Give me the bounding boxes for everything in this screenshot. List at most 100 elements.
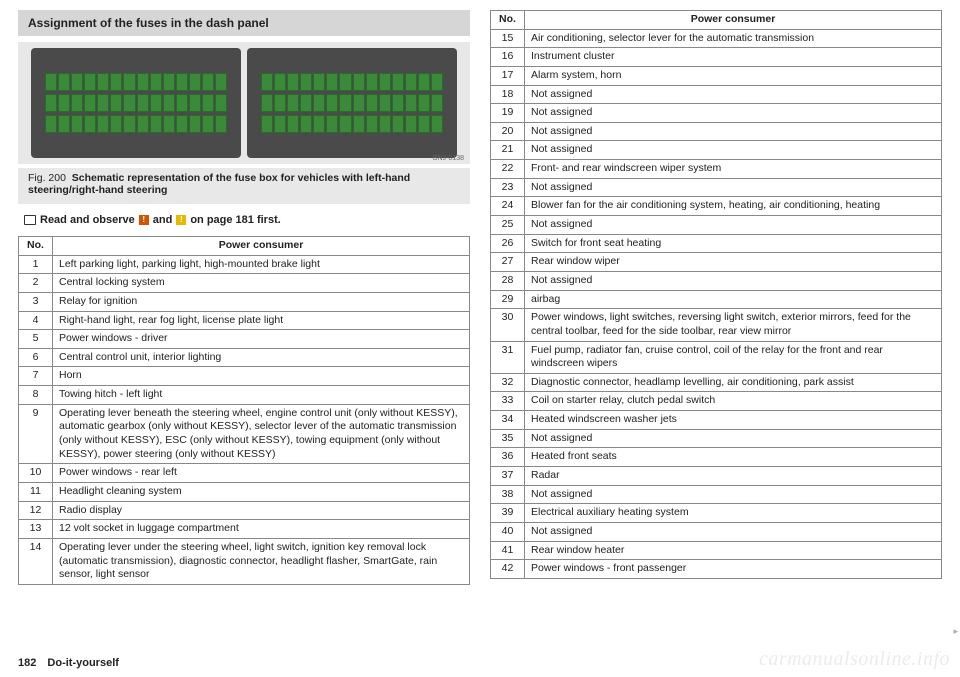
figure-text: Schematic representation of the fuse box… <box>28 172 410 196</box>
table-row: 8Towing hitch - left light <box>19 386 470 405</box>
fuse-description: Coil on starter relay, clutch pedal swit… <box>525 392 942 411</box>
fuse-description: Radar <box>525 467 942 486</box>
table-row: 17Alarm system, horn <box>491 66 942 85</box>
fuse-number: 11 <box>19 482 53 501</box>
fuse-description: airbag <box>525 290 942 309</box>
fuse-description: Blower fan for the air conditioning syst… <box>525 197 942 216</box>
caution-icon: ! <box>176 215 186 225</box>
fuse-number: 31 <box>491 341 525 373</box>
fuse-description: Not assigned <box>525 122 942 141</box>
fuse-number: 25 <box>491 216 525 235</box>
fuse-description: Not assigned <box>525 429 942 448</box>
table-row: 11Headlight cleaning system <box>19 482 470 501</box>
table-row: 25Not assigned <box>491 216 942 235</box>
fuse-number: 13 <box>19 520 53 539</box>
table-row: 22Front- and rear windscreen wiper syste… <box>491 160 942 179</box>
fuse-number: 36 <box>491 448 525 467</box>
read-observe-note: Read and observe ! and ! on page 181 fir… <box>24 214 470 226</box>
fuse-description: Not assigned <box>525 141 942 160</box>
fuse-number: 14 <box>19 538 53 584</box>
table-row: 5Power windows - driver <box>19 330 470 349</box>
table-row: 39Electrical auxiliary heating system <box>491 504 942 523</box>
fuse-number: 8 <box>19 386 53 405</box>
table-row: 28Not assigned <box>491 271 942 290</box>
table-row: 27Rear window wiper <box>491 253 942 272</box>
table-row: 1312 volt socket in luggage compartment <box>19 520 470 539</box>
fuse-number: 15 <box>491 29 525 48</box>
fuse-number: 35 <box>491 429 525 448</box>
table-row: 37Radar <box>491 467 942 486</box>
fuse-description: Power windows - driver <box>53 330 470 349</box>
table-row: 30Power windows, light switches, reversi… <box>491 309 942 341</box>
left-column: Assignment of the fuses in the dash pane… <box>18 10 470 585</box>
fuse-number: 20 <box>491 122 525 141</box>
table-row: 3Relay for ignition <box>19 292 470 311</box>
fuse-number: 6 <box>19 348 53 367</box>
fuse-number: 4 <box>19 311 53 330</box>
fuse-description: Radio display <box>53 501 470 520</box>
col-consumer: Power consumer <box>53 237 470 256</box>
fuse-number: 39 <box>491 504 525 523</box>
fuse-number: 10 <box>19 464 53 483</box>
fuse-description: Central locking system <box>53 274 470 293</box>
fuse-description: Air conditioning, selector lever for the… <box>525 29 942 48</box>
table-row: 15Air conditioning, selector lever for t… <box>491 29 942 48</box>
fuse-description: Relay for ignition <box>53 292 470 311</box>
fuse-description: Headlight cleaning system <box>53 482 470 501</box>
book-icon <box>24 215 36 225</box>
table-row: 42Power windows - front passenger <box>491 560 942 579</box>
fuse-description: Not assigned <box>525 522 942 541</box>
table-row: 24Blower fan for the air conditioning sy… <box>491 197 942 216</box>
fuse-description: Fuel pump, radiator fan, cruise control,… <box>525 341 942 373</box>
col-no: No. <box>491 11 525 30</box>
fuse-description: Instrument cluster <box>525 48 942 67</box>
fuse-description: Heated windscreen washer jets <box>525 411 942 430</box>
section-name: Do-it-yourself <box>47 657 119 669</box>
table-row: 26Switch for front seat heating <box>491 234 942 253</box>
fuse-panel-left <box>31 48 241 158</box>
table-row: 10Power windows - rear left <box>19 464 470 483</box>
table-row: 40Not assigned <box>491 522 942 541</box>
fuse-description: Switch for front seat heating <box>525 234 942 253</box>
fuse-number: 34 <box>491 411 525 430</box>
fuse-description: Central control unit, interior lighting <box>53 348 470 367</box>
fuse-description: Heated front seats <box>525 448 942 467</box>
fuse-table-left: No. Power consumer 1Left parking light, … <box>18 236 470 585</box>
table-row: 1Left parking light, parking light, high… <box>19 255 470 274</box>
table-row: 38Not assigned <box>491 485 942 504</box>
fuse-number: 42 <box>491 560 525 579</box>
fuse-number: 30 <box>491 309 525 341</box>
table-row: 41Rear window heater <box>491 541 942 560</box>
read-prefix: Read and observe <box>40 214 135 226</box>
fuse-description: Rear window wiper <box>525 253 942 272</box>
col-no: No. <box>19 237 53 256</box>
table-row: 19Not assigned <box>491 104 942 123</box>
figure-number: Fig. 200 <box>28 172 66 184</box>
fuse-number: 19 <box>491 104 525 123</box>
fuse-description: Left parking light, parking light, high-… <box>53 255 470 274</box>
table-row: 21Not assigned <box>491 141 942 160</box>
page-columns: Assignment of the fuses in the dash pane… <box>0 0 960 585</box>
fuse-number: 27 <box>491 253 525 272</box>
table-row: 36Heated front seats <box>491 448 942 467</box>
fuse-description: 12 volt socket in luggage compartment <box>53 520 470 539</box>
watermark: carmanualsonline.info <box>759 648 950 671</box>
table-row: 9Operating lever beneath the steering wh… <box>19 404 470 464</box>
fuse-number: 21 <box>491 141 525 160</box>
read-mid: and <box>153 214 173 226</box>
table-row: 4Right-hand light, rear fog light, licen… <box>19 311 470 330</box>
fuse-number: 37 <box>491 467 525 486</box>
fuse-description: Rear window heater <box>525 541 942 560</box>
fuse-number: 24 <box>491 197 525 216</box>
table-row: 14Operating lever under the steering whe… <box>19 538 470 584</box>
fuse-number: 16 <box>491 48 525 67</box>
table-row: 34Heated windscreen washer jets <box>491 411 942 430</box>
fuse-description: Not assigned <box>525 104 942 123</box>
fuse-number: 2 <box>19 274 53 293</box>
fuse-number: 18 <box>491 85 525 104</box>
table-header-row: No. Power consumer <box>491 11 942 30</box>
col-consumer: Power consumer <box>525 11 942 30</box>
fuse-description: Right-hand light, rear fog light, licens… <box>53 311 470 330</box>
fuse-number: 38 <box>491 485 525 504</box>
right-column: No. Power consumer 15Air conditioning, s… <box>490 10 942 585</box>
